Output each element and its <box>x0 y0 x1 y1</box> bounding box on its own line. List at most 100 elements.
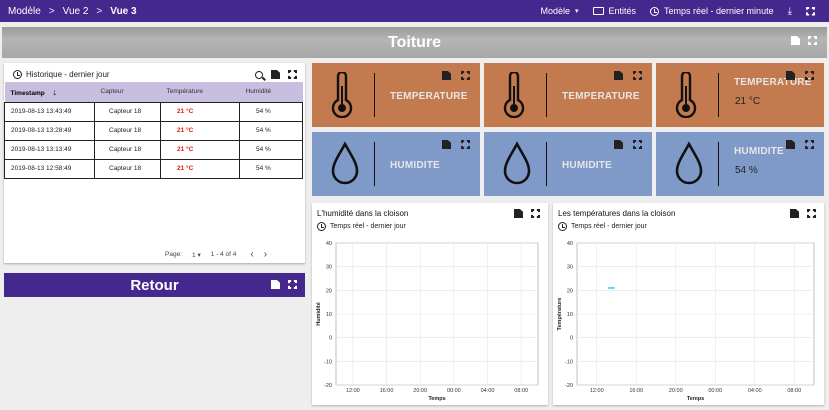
humidity-tile: HUMIDITE <box>484 132 652 196</box>
export-icon[interactable] <box>271 70 280 79</box>
chart-subtitle: Temps réel - dernier jour <box>330 223 406 230</box>
cell-humidite: 54 % <box>239 139 303 160</box>
y-tick-label: -10 <box>565 359 573 365</box>
table-row[interactable]: 2019-08-13 12:58:49 Capteur 18 21 °C 54 … <box>4 158 303 179</box>
export-icon[interactable] <box>514 209 523 218</box>
breadcrumb-item-vue2[interactable]: Vue 2 <box>63 6 89 17</box>
monitor-icon <box>592 7 604 15</box>
cell-temperature: 21 °C <box>160 158 240 179</box>
column-header-temperature[interactable]: Température <box>160 82 240 102</box>
search-icon[interactable] <box>255 70 263 79</box>
cell-capteur: Capteur 18 <box>94 101 161 122</box>
y-tick-label: 10 <box>326 312 332 318</box>
export-icon[interactable] <box>791 36 800 45</box>
tile-label: HUMIDITE <box>734 146 784 157</box>
y-tick-label: -20 <box>565 383 573 389</box>
export-icon[interactable] <box>442 71 451 80</box>
y-tick-label: 20 <box>567 288 573 294</box>
fullscreen-icon[interactable] <box>288 280 297 289</box>
export-icon[interactable] <box>614 140 623 149</box>
x-tick-label: 08:00 <box>787 388 801 394</box>
x-tick-label: 16:00 <box>629 388 643 394</box>
y-axis-label: Température <box>557 298 563 331</box>
y-tick-label: 0 <box>570 336 573 342</box>
humidity-tile: HUMIDITE 54 % <box>656 132 824 196</box>
y-tick-label: -20 <box>324 383 332 389</box>
y-tick-label: 0 <box>329 336 332 342</box>
x-tick-label: 20:00 <box>669 388 683 394</box>
export-icon[interactable] <box>786 140 795 149</box>
chevron-left-icon[interactable]: ‹ <box>250 249 253 260</box>
fullscreen-icon[interactable] <box>461 71 470 80</box>
thermometer-icon <box>503 72 525 118</box>
retour-button[interactable]: Retour <box>4 273 305 297</box>
breadcrumb: Modèle > Vue 2 > Vue 3 <box>0 6 137 17</box>
export-icon[interactable] <box>790 209 799 218</box>
column-header-capteur[interactable]: Capteur <box>94 82 161 102</box>
y-tick-label: 30 <box>326 265 332 271</box>
x-tick-label: 08:00 <box>514 388 528 394</box>
table-row[interactable]: 2019-08-13 13:43:49 Capteur 18 21 °C 54 … <box>4 101 303 122</box>
x-tick-label: 12:00 <box>590 388 604 394</box>
temperature-chart-card: Les températures dans la cloison Temps r… <box>553 203 824 405</box>
water-drop-icon <box>503 141 531 185</box>
x-tick-label: 00:00 <box>447 388 461 394</box>
breadcrumb-item-vue3: Vue 3 <box>110 5 137 17</box>
fullscreen-icon[interactable] <box>288 70 297 79</box>
fullscreen-icon[interactable] <box>633 71 642 80</box>
humidity-chart-card: L'humidité dans la cloison Temps réel - … <box>312 203 548 405</box>
column-header-timestamp[interactable]: Timestamp ↓ <box>4 82 95 102</box>
export-icon[interactable] <box>614 71 623 80</box>
retour-label: Retour <box>130 276 179 294</box>
humidity-value: 54 % <box>735 165 758 176</box>
cell-timestamp: 2019-08-13 13:28:49 <box>4 120 95 141</box>
cell-temperature: 21 °C <box>160 120 240 141</box>
tile-label: TEMPERATURE <box>390 91 468 102</box>
fullscreen-icon[interactable] <box>805 71 814 80</box>
table-row[interactable]: 2019-08-13 13:13:49 Capteur 18 21 °C 54 … <box>4 139 303 160</box>
tile-label: TEMPERATURE <box>562 91 640 102</box>
water-drop-icon <box>331 141 359 185</box>
export-icon[interactable] <box>786 71 795 80</box>
export-icon[interactable] <box>442 140 451 149</box>
cell-temperature: 21 °C <box>160 139 240 160</box>
data-point <box>612 287 615 289</box>
fullscreen-icon[interactable] <box>807 209 816 218</box>
thermometer-icon <box>675 72 697 118</box>
x-tick-label: 04:00 <box>481 388 495 394</box>
fullscreen-icon[interactable] <box>633 140 642 149</box>
fullscreen-icon[interactable] <box>461 140 470 149</box>
export-icon[interactable] <box>271 280 280 289</box>
y-tick-label: 40 <box>567 241 573 247</box>
realtime-button[interactable]: Temps réel - dernier minute <box>650 6 774 16</box>
table-row[interactable]: 2019-08-13 13:28:49 Capteur 18 21 °C 54 … <box>4 120 303 141</box>
page-label: Page: <box>165 251 182 258</box>
arrow-down-icon: ↓ <box>52 86 58 97</box>
tile-label: HUMIDITE <box>562 160 612 171</box>
cell-humidite: 54 % <box>239 158 303 179</box>
cell-humidite: 54 % <box>239 101 303 122</box>
cell-humidite: 54 % <box>239 120 303 141</box>
humidity-tile: HUMIDITE <box>312 132 480 196</box>
fullscreen-icon[interactable] <box>806 6 815 16</box>
breadcrumb-item-modele[interactable]: Modèle <box>8 6 41 17</box>
chevron-right-icon[interactable]: › <box>264 249 267 260</box>
download-icon[interactable]: ⤓ <box>788 6 792 17</box>
tile-label: HUMIDITE <box>390 160 440 171</box>
page-select[interactable]: 1 ▾ <box>192 251 201 259</box>
fullscreen-icon[interactable] <box>531 209 540 218</box>
y-tick-label: 30 <box>567 265 573 271</box>
data-point <box>607 287 610 289</box>
fullscreen-icon[interactable] <box>805 140 814 149</box>
model-select[interactable]: Modèle ▾ <box>540 6 578 16</box>
chart-title: Les températures dans la cloison <box>558 209 676 218</box>
entities-button[interactable]: Entités <box>592 6 636 16</box>
history-title: Historique - dernier jour <box>26 70 110 79</box>
x-tick-label: 04:00 <box>748 388 762 394</box>
y-tick-label: -10 <box>324 359 332 365</box>
realtime-label: Temps réel - dernier minute <box>664 6 774 16</box>
cell-temperature: 21 °C <box>160 101 240 122</box>
fullscreen-icon[interactable] <box>808 36 817 45</box>
temperature-chart: -20 -10 0 10 20 30 40 12:00 16:00 20:00 00:00 04:00… <box>557 241 815 402</box>
column-header-humidite[interactable]: Humidité <box>239 82 303 102</box>
